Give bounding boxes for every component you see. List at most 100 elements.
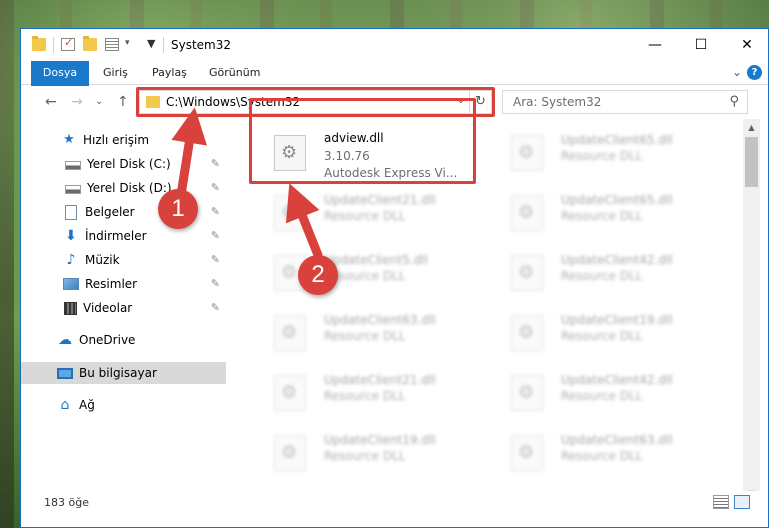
file-name: UpdateClient65.dll [561, 133, 673, 147]
scroll-thumb[interactable] [745, 137, 758, 187]
pin-icon: ✎ [210, 253, 220, 266]
close-button[interactable]: ✕ [724, 29, 769, 61]
file-name: UpdateClient42.dll [561, 253, 673, 267]
file-type: Resource DLL [324, 449, 406, 463]
cloud-icon: ☁ [58, 332, 72, 348]
file-type: Resource DLL [324, 389, 406, 403]
sidebar-item-label: Videolar [83, 301, 133, 315]
file-type: Resource DLL [561, 269, 643, 283]
dll-file-icon [511, 435, 543, 471]
sidebar-item-music[interactable]: ♪ Müzik ✎ [21, 249, 226, 271]
help-icon[interactable]: ? [747, 65, 762, 80]
pin-icon: ✎ [210, 181, 220, 194]
network-icon: ⌂ [60, 397, 70, 413]
file-type: Resource DLL [561, 449, 643, 463]
minimize-button[interactable]: — [632, 29, 678, 61]
music-icon: ♪ [66, 252, 76, 268]
folder-icon [32, 36, 46, 51]
sidebar-item-label: Müzik [85, 253, 120, 267]
sidebar-item-quick-access[interactable]: ★ Hızlı erişim [21, 129, 226, 151]
customize-quick-access-icon[interactable] [105, 38, 119, 51]
file-name: UpdateClient63.dll [324, 313, 436, 327]
search-icon[interactable]: ⚲ [729, 94, 739, 109]
pin-icon: ✎ [210, 229, 220, 242]
maximize-button[interactable]: ☐ [678, 29, 724, 61]
sidebar-item-this-pc[interactable]: Bu bilgisayar [21, 362, 226, 384]
file-type: Resource DLL [561, 149, 643, 163]
sidebar-item-label: Belgeler [85, 205, 135, 219]
back-button[interactable]: ← [45, 94, 57, 110]
up-button[interactable]: ↑ [117, 94, 129, 110]
file-type: Resource DLL [561, 389, 643, 403]
file-name: UpdateClient63.dll [561, 433, 673, 447]
file-name: UpdateClient5.dll [324, 253, 428, 267]
file-item[interactable]: UpdateClient21.dll Resource DLL [252, 185, 477, 241]
dll-file-icon [274, 435, 306, 471]
drive-icon [65, 185, 81, 194]
sidebar-item-downloads[interactable]: ⬇ İndirmeler ✎ [21, 225, 226, 247]
sidebar-item-local-disk-d[interactable]: Yerel Disk (D:) ✎ [21, 177, 226, 199]
toolbar-separator [53, 37, 54, 53]
item-count: 183 öğe [44, 496, 89, 509]
file-item[interactable]: UpdateClient19.dll Resource DLL [252, 425, 477, 481]
ribbon-expand-icon[interactable]: ⌄ [732, 65, 742, 79]
file-item[interactable]: UpdateClient63.dll Resource DLL [252, 305, 477, 361]
sidebar-item-local-disk-c[interactable]: Yerel Disk (C:) ✎ [21, 153, 226, 175]
sidebar-item-network[interactable]: ⌂ Ağ [21, 394, 226, 416]
tab-view[interactable]: Görünüm [199, 61, 270, 84]
recent-locations-button[interactable]: ⌄ [95, 96, 103, 107]
dll-file-icon [274, 195, 306, 231]
scroll-up-button[interactable]: ▲ [743, 119, 760, 136]
file-type: Resource DLL [324, 329, 406, 343]
file-type: Resource DLL [561, 329, 643, 343]
quick-access-dropdown-icon[interactable]: ▾ [125, 38, 130, 48]
sidebar-item-pictures[interactable]: Resimler ✎ [21, 273, 226, 295]
pin-icon: ✎ [210, 277, 220, 290]
properties-icon[interactable]: ✓ [61, 36, 75, 51]
callout-badge-one: 1 [158, 189, 198, 229]
dll-file-icon [511, 375, 543, 411]
file-item[interactable]: UpdateClient65.dll Resource DLL [489, 125, 714, 181]
file-item[interactable]: UpdateClient63.dll Resource DLL [489, 425, 714, 481]
file-item[interactable]: UpdateClient42.dll Resource DLL [489, 245, 714, 301]
file-item[interactable]: UpdateClient19.dll Resource DLL [489, 305, 714, 361]
download-icon: ⬇ [65, 228, 77, 244]
sidebar-item-label: Yerel Disk (D:) [87, 181, 172, 195]
file-item[interactable]: UpdateClient42.dll Resource DLL [489, 365, 714, 421]
pin-icon: ✎ [210, 301, 220, 314]
file-item[interactable]: UpdateClient21.dll Resource DLL [252, 365, 477, 421]
sidebar-item-label: Bu bilgisayar [79, 366, 157, 380]
file-name: UpdateClient65.dll [561, 193, 673, 207]
tab-share[interactable]: Paylaş [142, 61, 197, 84]
forward-button[interactable]: → [71, 94, 83, 110]
search-placeholder: Ara: System32 [513, 95, 602, 109]
new-folder-icon[interactable] [83, 36, 97, 51]
file-type: Resource DLL [561, 209, 643, 223]
sidebar-item-label: Yerel Disk (C:) [87, 157, 171, 171]
dll-file-icon [274, 375, 306, 411]
sidebar-item-videos[interactable]: Videolar ✎ [21, 297, 226, 319]
file-highlight-box [249, 98, 476, 184]
title-bar: ✓ ▾ ▼ System32 — ☐ ✕ [21, 29, 768, 61]
tab-home[interactable]: Giriş [93, 61, 138, 84]
status-bar: 183 öğe [21, 491, 768, 513]
drive-icon [65, 161, 81, 170]
file-name: UpdateClient21.dll [324, 373, 436, 387]
toolbar-separator [163, 37, 164, 53]
vertical-scrollbar[interactable]: ▲ ▼ [743, 119, 760, 502]
search-box[interactable]: Ara: System32 ⚲ [502, 90, 748, 114]
computer-icon [57, 367, 73, 379]
file-item[interactable]: UpdateClient65.dll Resource DLL [489, 185, 714, 241]
callout-badge-two: 2 [298, 255, 338, 295]
sidebar-item-onedrive[interactable]: ☁ OneDrive [21, 329, 226, 351]
navigation-pane: ★ Hızlı erişim Yerel Disk (C:) ✎ Yerel D… [21, 119, 226, 502]
file-item[interactable]: UpdateClient5.dll Resource DLL [252, 245, 477, 301]
details-view-button[interactable] [713, 495, 729, 509]
pin-dropdown-icon[interactable]: ▼ [147, 37, 155, 50]
file-name: UpdateClient21.dll [324, 193, 436, 207]
large-icons-view-button[interactable] [734, 495, 750, 509]
dll-file-icon [511, 135, 543, 171]
star-icon: ★ [63, 132, 75, 147]
sidebar-item-label: Resimler [85, 277, 138, 291]
ribbon-tabs: Dosya Giriş Paylaş Görünüm ⌄ ? [21, 61, 768, 117]
